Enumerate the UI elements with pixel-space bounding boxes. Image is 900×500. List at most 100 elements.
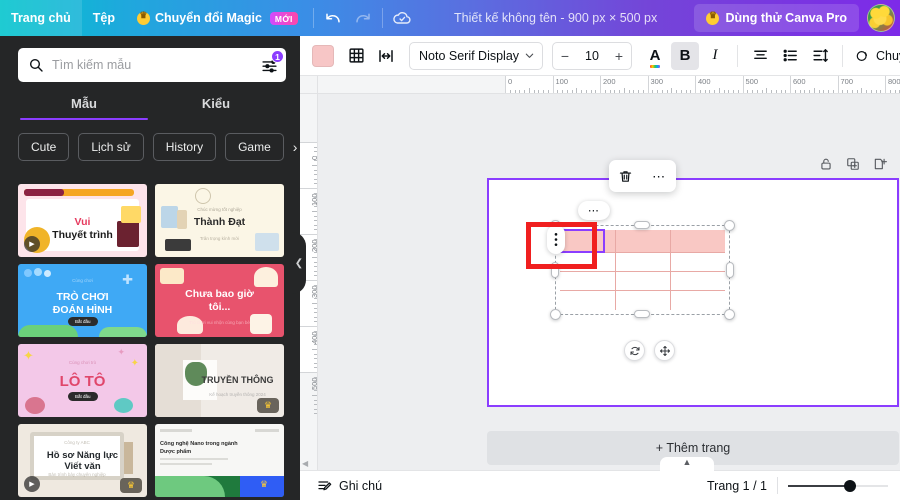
template-card[interactable]: Cùng chơi TRÒ CHƠI ĐOÁN HÌNH ✚ Bắt đầu (18, 264, 147, 337)
row-handle-button[interactable] (547, 225, 565, 254)
chip-cute[interactable]: Cute (18, 133, 70, 161)
font-size-increase-button[interactable]: + (607, 43, 631, 69)
zoom-knob[interactable] (844, 479, 856, 492)
file-menu-item[interactable]: Tệp (82, 0, 126, 36)
template-card[interactable]: Công nghệ Nano trong ngành Dược phẩm ♛ (155, 424, 284, 497)
top-navigation-bar: Trang chủ Tệp Chuyển đổi Magic Mới (0, 0, 900, 36)
notes-icon (317, 478, 333, 494)
chip-history-vi[interactable]: Lịch sử (78, 133, 144, 161)
selected-table-cell[interactable] (559, 229, 605, 253)
search-box[interactable]: 1 (18, 48, 286, 82)
tab-styles[interactable]: Kiểu (150, 96, 282, 120)
template-card[interactable]: Chúc mừng tốt nghiệp Thành Đạt Trân trọn… (155, 184, 284, 257)
table-options-button[interactable] (342, 42, 370, 70)
resize-handle-right[interactable] (726, 262, 734, 278)
saved-status-button[interactable] (387, 3, 417, 33)
ruler-major-tick-v (300, 372, 317, 373)
ruler-major-tick (837, 76, 839, 93)
bold-label: B (679, 47, 691, 64)
lock-icon (819, 157, 833, 171)
trash-icon (618, 169, 633, 184)
text-color-button[interactable]: A (641, 42, 669, 70)
chevron-up-icon: ▲ (682, 457, 692, 467)
resize-handle-bottom-left[interactable] (550, 309, 561, 320)
page-count-label[interactable]: Trang 1 / 1 (707, 479, 767, 493)
ruler-tick-label-v: 500 (310, 377, 318, 390)
effects-button[interactable]: Chuyể (851, 42, 900, 70)
template-card[interactable]: Vui Thuyết trình ▶ (18, 184, 147, 257)
canva-editor-window: Trang chủ Tệp Chuyển đổi Magic Mới (0, 0, 900, 500)
template-card[interactable]: TRUYỀN THÔNG Kế hoạch truyền thông 2024 … (155, 344, 284, 417)
template-card[interactable]: Chưa bao giờ tôi... Trò chơi vui nhộn cùn… (155, 264, 284, 337)
ruler-corner (300, 76, 318, 94)
ruler-major-tick (695, 76, 696, 93)
fill-color-swatch[interactable] (312, 44, 334, 67)
element-context-toolbar: ⋯ (609, 160, 676, 192)
ruler-tick-label-v: 300 (310, 285, 318, 298)
magic-switch-menu-item[interactable]: Chuyển đổi Magic Mới (126, 0, 309, 36)
tab-templates[interactable]: Mẫu (18, 96, 150, 120)
italic-button[interactable]: I (701, 42, 729, 70)
search-filter-button[interactable]: 1 (258, 50, 284, 76)
text-align-button[interactable] (746, 42, 774, 70)
cell-options-button[interactable]: ⋯ (578, 201, 610, 220)
adjust-width-button[interactable] (372, 42, 400, 70)
collapse-panel-button[interactable]: ❮ (292, 232, 306, 294)
font-size-decrease-button[interactable]: − (553, 43, 577, 69)
element-toolbar: Noto Serif Display − 10 + A B I Chu (300, 36, 900, 76)
table-element[interactable] (550, 220, 735, 320)
ruler-major-tick (742, 76, 744, 93)
document-title[interactable]: Thiết kế không tên - 900 px × 500 px (417, 11, 695, 25)
chip-game[interactable]: Game (225, 133, 284, 161)
vertical-ruler[interactable]: 0100200300400500 (300, 94, 318, 500)
move-button[interactable] (654, 340, 675, 361)
resize-handle-bottom-right[interactable] (724, 309, 735, 320)
ruler-tick-label: 300 (650, 77, 664, 86)
resize-handle-top-right[interactable] (724, 220, 735, 231)
bold-button[interactable]: B (671, 41, 699, 70)
try-pro-label: Dùng thử Canva Pro (725, 11, 847, 25)
resize-handle-top[interactable] (634, 221, 650, 229)
more-horizontal-icon-cell: ⋯ (587, 205, 601, 217)
duplicate-page-button[interactable] (845, 156, 861, 172)
ruler-major-tick (552, 76, 554, 93)
add-page-button[interactable] (872, 156, 888, 172)
tab-templates-label: Mẫu (71, 96, 97, 111)
resize-handle-left[interactable] (551, 262, 559, 278)
bullet-list-button[interactable] (776, 42, 804, 70)
template-card[interactable]: Công ty ABC Hồ sơ Năng lực Viết văn Bản t… (18, 424, 147, 497)
ruler-major-tick-v (300, 326, 317, 327)
search-input[interactable] (44, 58, 258, 72)
font-size-value[interactable]: 10 (577, 49, 607, 63)
move-icon (659, 345, 671, 357)
panel-tabs: Mẫu Kiểu (0, 96, 300, 120)
add-page-icon (873, 157, 887, 171)
collapse-bottom-panel-button[interactable]: ▲ (660, 457, 714, 472)
user-avatar[interactable] (867, 4, 895, 32)
home-menu-item[interactable]: Trang chủ (0, 0, 82, 36)
table-gridline (615, 230, 616, 310)
ruler-tick-label: 500 (745, 77, 759, 86)
chevron-right-icon[interactable]: › (289, 137, 300, 157)
try-canva-pro-button[interactable]: Dùng thử Canva Pro (694, 4, 859, 32)
notes-button[interactable]: Ghi chú (312, 475, 387, 497)
zoom-slider[interactable] (788, 479, 888, 493)
scroll-indicator: ◀ (302, 459, 309, 468)
resize-handle-bottom[interactable] (634, 310, 650, 318)
rotate-button[interactable] (624, 340, 645, 361)
more-options-button[interactable]: ⋯ (647, 164, 671, 188)
chip-history-en[interactable]: History (152, 133, 217, 161)
ruler-tick-label: 800 (888, 77, 900, 86)
font-family-select[interactable]: Noto Serif Display (409, 41, 543, 70)
toolbar-divider (312, 8, 314, 28)
line-spacing-button[interactable] (806, 42, 834, 70)
horizontal-ruler[interactable]: 0 100 200 300 400 500 600 700 800 (318, 76, 900, 94)
undo-button[interactable] (318, 3, 348, 33)
crown-icon-pro (706, 9, 720, 25)
template-card[interactable]: Cùng chơi trò LÔ TÔ ✦ ✦ ✦ Bắt đầu (18, 344, 147, 417)
lock-page-button[interactable] (818, 156, 834, 172)
font-size-stepper[interactable]: − 10 + (552, 41, 632, 70)
delete-element-button[interactable] (614, 164, 638, 188)
canvas-scroll-area[interactable]: ⋯ ⋯ + Thêm trang (318, 94, 900, 470)
redo-button[interactable] (348, 3, 378, 33)
